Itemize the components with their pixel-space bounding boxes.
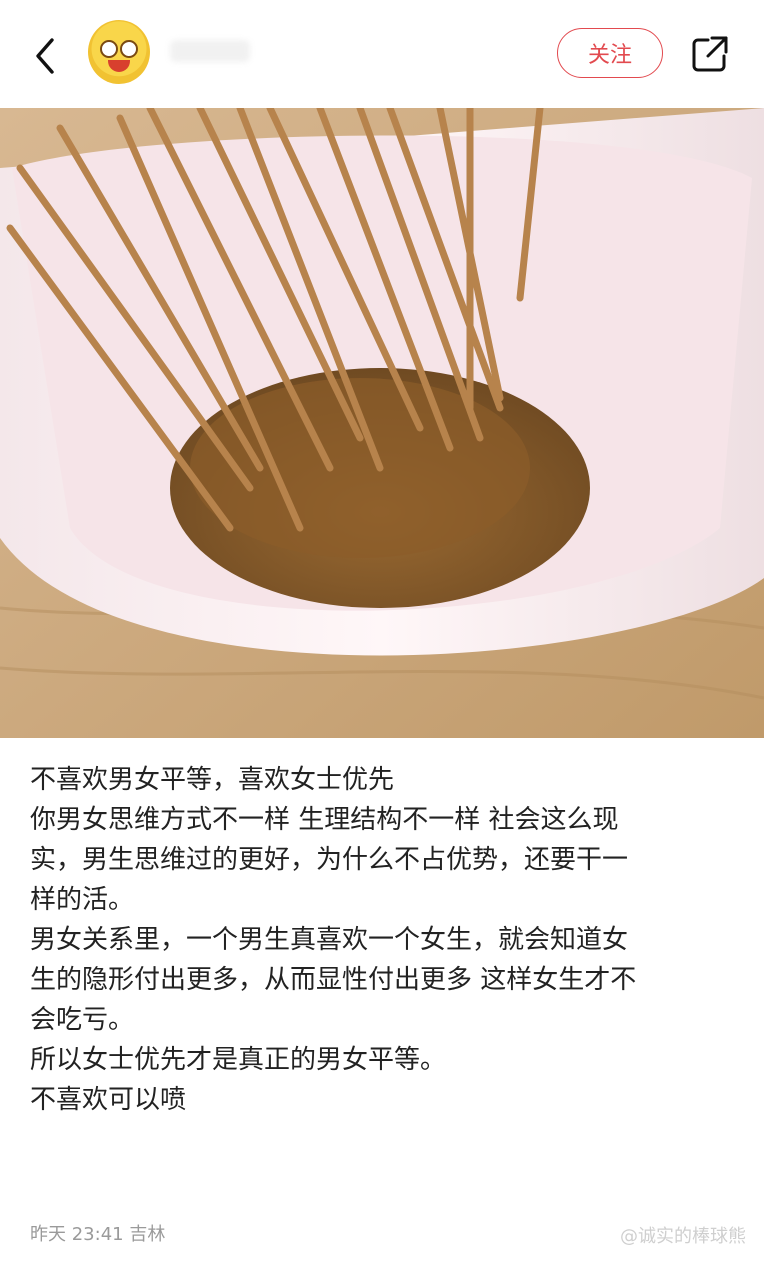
share-icon[interactable] bbox=[690, 34, 730, 74]
post-line: 生的隐形付出更多，从而显性付出更多 这样女生才不 bbox=[30, 965, 637, 995]
avatar[interactable] bbox=[88, 20, 150, 84]
post-image[interactable] bbox=[0, 108, 764, 738]
post-line: 不喜欢可以喷 bbox=[30, 1085, 187, 1115]
post-line: 你男女思维方式不一样 生理结构不一样 社会这么现 bbox=[30, 805, 619, 835]
top-bar: 关注 bbox=[0, 0, 764, 108]
post-line: 样的活。 bbox=[30, 885, 135, 915]
back-arrow-icon[interactable] bbox=[28, 34, 68, 78]
avatar-mouth bbox=[108, 60, 130, 72]
post-text: 不喜欢男女平等，喜欢女士优先 你男女思维方式不一样 生理结构不一样 社会这么现 … bbox=[30, 760, 740, 1120]
username-blurred[interactable] bbox=[170, 40, 250, 62]
post-line: 实，男生思维过的更好，为什么不占优势，还要干一 bbox=[30, 845, 629, 875]
post-line: 会吃亏。 bbox=[30, 1005, 135, 1035]
watermark: @诚实的棒球熊 bbox=[620, 1226, 746, 1247]
post-line: 男女关系里，一个男生真喜欢一个女生，就会知道女 bbox=[30, 925, 629, 955]
post-meta: 昨天 23:41 吉林 bbox=[30, 1224, 166, 1245]
avatar-eye-right bbox=[120, 40, 138, 58]
post-line: 不喜欢男女平等，喜欢女士优先 bbox=[30, 765, 395, 795]
follow-button[interactable]: 关注 bbox=[557, 28, 663, 78]
avatar-eye-left bbox=[100, 40, 118, 58]
post-line: 所以女士优先才是真正的男女平等。 bbox=[30, 1045, 447, 1075]
